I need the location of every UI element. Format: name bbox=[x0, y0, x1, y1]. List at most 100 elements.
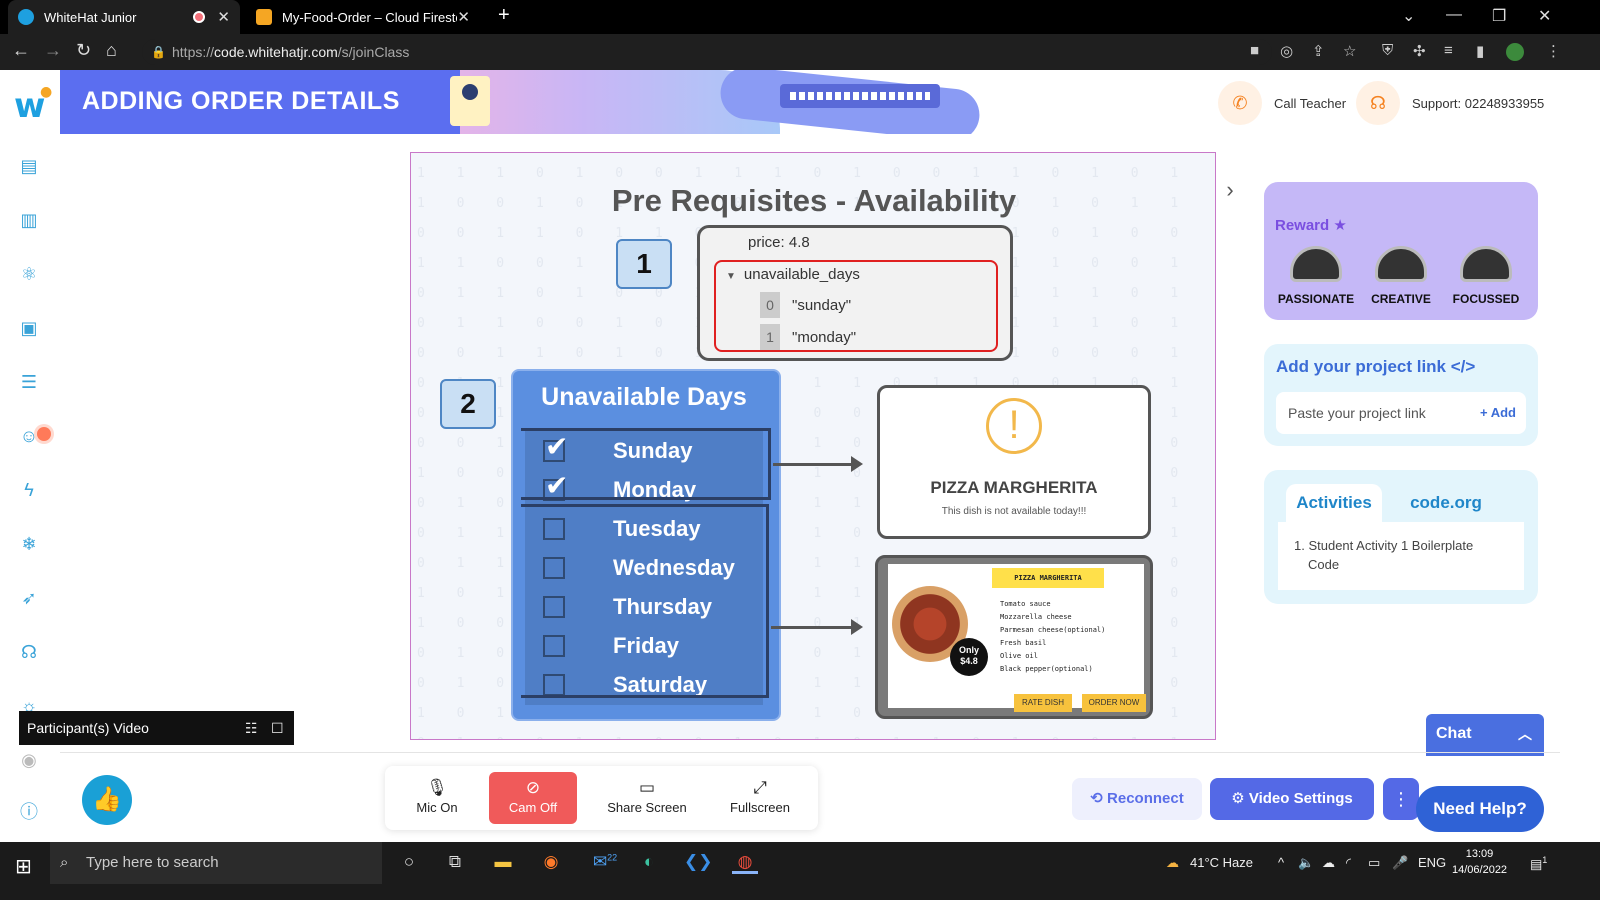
dish-available-card: Only $4.8 PIZZA MARGHERITA Tomato sauce M… bbox=[875, 555, 1153, 719]
project-link-input[interactable]: Paste your project link + Add bbox=[1276, 392, 1526, 434]
close-tab-icon[interactable]: ✕ bbox=[217, 8, 230, 26]
badge-creative[interactable]: CREATIVE bbox=[1357, 246, 1445, 306]
price-badge: Only $4.8 bbox=[950, 638, 988, 676]
windows-start-icon[interactable]: ⊞ bbox=[15, 854, 32, 879]
battery-icon[interactable]: ▭ bbox=[1368, 855, 1380, 871]
arrow-to-unavailable bbox=[773, 463, 853, 466]
speaker-icon[interactable]: 🔈 bbox=[1298, 855, 1314, 871]
lightning-icon[interactable]: ϟ bbox=[18, 479, 40, 501]
camera-icon[interactable]: ■ bbox=[1250, 42, 1259, 59]
close-window-icon[interactable]: ✕ bbox=[1538, 6, 1551, 26]
tab-activities[interactable]: Activities bbox=[1286, 484, 1382, 522]
share-label: Share Screen bbox=[607, 800, 687, 815]
tab-search-chevron-icon[interactable]: ⌄ bbox=[1402, 6, 1415, 26]
weather-text[interactable]: 41°C Haze bbox=[1190, 855, 1253, 870]
new-tab-icon[interactable]: + bbox=[498, 4, 510, 27]
badge-passionate[interactable]: PASSIONATE bbox=[1272, 246, 1360, 306]
extensions-puzzle-icon[interactable]: ✣ bbox=[1413, 42, 1426, 60]
molecule-icon[interactable]: ⚛ bbox=[18, 263, 40, 285]
info-icon[interactable]: ⓘ bbox=[18, 801, 40, 823]
file-explorer-icon[interactable]: ▬ bbox=[490, 852, 516, 874]
tab-firestore[interactable]: My-Food-Order – Cloud Firestore ✕ bbox=[246, 0, 480, 34]
mic-button[interactable]: 🎙 Mic On bbox=[401, 772, 473, 824]
tab-whitehat-junior[interactable]: WhiteHat Junior ✕ bbox=[8, 0, 240, 34]
clock[interactable]: 13:09 14/06/2022 bbox=[1452, 846, 1507, 878]
firefox-icon[interactable]: ◉ bbox=[538, 852, 564, 874]
wifi-icon[interactable]: ◜ bbox=[1346, 855, 1351, 871]
bookmark-star-icon[interactable]: ☆ bbox=[1343, 42, 1356, 60]
field-name: unavailable_days bbox=[743, 266, 860, 283]
snowflake-icon[interactable]: ❄ bbox=[18, 533, 40, 555]
cortana-icon[interactable]: ○ bbox=[396, 852, 422, 874]
tray-chevron-icon[interactable]: ^ bbox=[1278, 855, 1284, 870]
cloud-icon[interactable]: ☁ bbox=[1322, 855, 1335, 871]
clock-time: 13:09 bbox=[1465, 848, 1494, 860]
participant-video-bar[interactable]: Participant(s) Video ☷ ☐ bbox=[19, 711, 294, 745]
menu-dots-icon[interactable]: ⋮ bbox=[1546, 42, 1561, 60]
monitor-icon: ▭ bbox=[638, 778, 656, 797]
document-icon[interactable]: ☰ bbox=[18, 371, 40, 393]
dashboard-icon[interactable]: ▤ bbox=[18, 155, 40, 177]
maximize-icon[interactable]: ☐ bbox=[271, 711, 284, 745]
rocket-icon[interactable]: ➶ bbox=[18, 587, 40, 609]
url-field[interactable]: 🔒 https://code.whitehatjr.com/s/joinClas… bbox=[142, 39, 1272, 65]
language-indicator[interactable]: ENG bbox=[1418, 855, 1446, 870]
firestore-document-preview: price: 4.8 ▼ unavailable_days 0 "sunday" … bbox=[697, 225, 1013, 361]
mic-tray-icon[interactable]: 🎤 bbox=[1392, 855, 1408, 871]
badge-focussed[interactable]: FOCUSSED bbox=[1442, 246, 1530, 306]
recording-icon bbox=[193, 11, 206, 23]
forward-icon[interactable]: → bbox=[44, 40, 62, 61]
community-icon[interactable]: ☊ bbox=[18, 641, 40, 663]
taskbar-search[interactable]: ⌕ Type here to search bbox=[50, 842, 382, 884]
share-screen-button[interactable]: ▭ Share Screen bbox=[597, 772, 697, 824]
chat-button[interactable]: Chat ︿ bbox=[1426, 714, 1544, 756]
video-settings-button[interactable]: ⚙ Video Settings bbox=[1210, 778, 1374, 820]
menu-dish-title: PIZZA MARGHERITA bbox=[992, 568, 1104, 588]
camera-toggle-button[interactable]: ⊘ Cam Off bbox=[489, 772, 577, 824]
notes-icon[interactable]: ▣ bbox=[18, 317, 40, 339]
hide-eye-icon[interactable]: ◎ bbox=[1280, 42, 1293, 60]
share-icon[interactable]: ⇪ bbox=[1312, 42, 1325, 60]
layout-icon[interactable]: ☷ bbox=[245, 711, 258, 745]
badge-label: CREATIVE bbox=[1371, 292, 1431, 306]
activity-item[interactable]: 1. Student Activity 1 Boilerplate Code bbox=[1294, 536, 1504, 574]
edge-icon[interactable]: ◐ bbox=[636, 852, 662, 874]
expand-triangle-icon: ▼ bbox=[726, 271, 736, 282]
collapse-panel-chevron-icon[interactable]: › bbox=[1216, 164, 1244, 216]
need-help-button[interactable]: Need Help? bbox=[1416, 786, 1544, 832]
logo-dot-icon: ● bbox=[40, 84, 53, 100]
array-index: 0 bbox=[760, 292, 780, 318]
more-options-button[interactable]: ⋮ bbox=[1383, 778, 1419, 820]
chrome-icon[interactable]: ◍ bbox=[732, 852, 758, 874]
participant-video-label: Participant(s) Video bbox=[27, 720, 149, 736]
home-icon[interactable]: ⌂ bbox=[106, 40, 117, 61]
step-number-2: 2 bbox=[440, 379, 496, 429]
support-label: Support: 02248933955 bbox=[1412, 95, 1545, 111]
thumbs-up-button[interactable]: 👍 bbox=[82, 775, 132, 825]
vscode-icon[interactable]: ❮❯ bbox=[684, 852, 713, 874]
mail-icon[interactable]: ✉22 bbox=[592, 852, 618, 874]
reconnect-button[interactable]: ⟲ Reconnect bbox=[1072, 778, 1202, 820]
side-panel-icon[interactable]: ▮ bbox=[1476, 42, 1484, 60]
support-button[interactable]: ☊ Support: 02248933955 bbox=[1356, 80, 1544, 126]
book-icon[interactable]: ▥ bbox=[18, 209, 40, 231]
unavailable-days-highlight: ▼ unavailable_days 0 "sunday" 1 "monday" bbox=[714, 260, 998, 352]
reconnect-label: Reconnect bbox=[1107, 790, 1184, 807]
right-panel: Reward ★ PASSIONATE CREATIVE FOCUSSED Ad… bbox=[1244, 162, 1558, 626]
notifications-icon[interactable]: ▤1 bbox=[1530, 855, 1547, 872]
user-circle-icon[interactable]: ◉ bbox=[18, 749, 40, 771]
profile-avatar[interactable] bbox=[1506, 43, 1524, 61]
restore-icon[interactable]: ❐ bbox=[1492, 6, 1506, 26]
call-controls: 🎙 Mic On ⊘ Cam Off ▭ Share Screen ⤢ Fullscre… bbox=[385, 766, 818, 830]
call-teacher-button[interactable]: ✆ Call Teacher bbox=[1218, 80, 1346, 126]
minimize-icon[interactable]: — bbox=[1446, 6, 1462, 24]
back-icon[interactable]: ← bbox=[12, 40, 30, 61]
shield-extension-icon[interactable]: ⛨ bbox=[1382, 42, 1393, 59]
close-tab-icon[interactable]: ✕ bbox=[457, 8, 470, 26]
reading-list-icon[interactable]: ≡ bbox=[1444, 42, 1453, 59]
tab-code-org[interactable]: code.org bbox=[1396, 484, 1496, 522]
reload-icon[interactable]: ↻ bbox=[76, 40, 91, 61]
task-view-icon[interactable]: ⧉ bbox=[442, 852, 468, 874]
add-project-link-button[interactable]: + Add bbox=[1480, 392, 1516, 434]
fullscreen-button[interactable]: ⤢ Fullscreen bbox=[717, 772, 803, 824]
